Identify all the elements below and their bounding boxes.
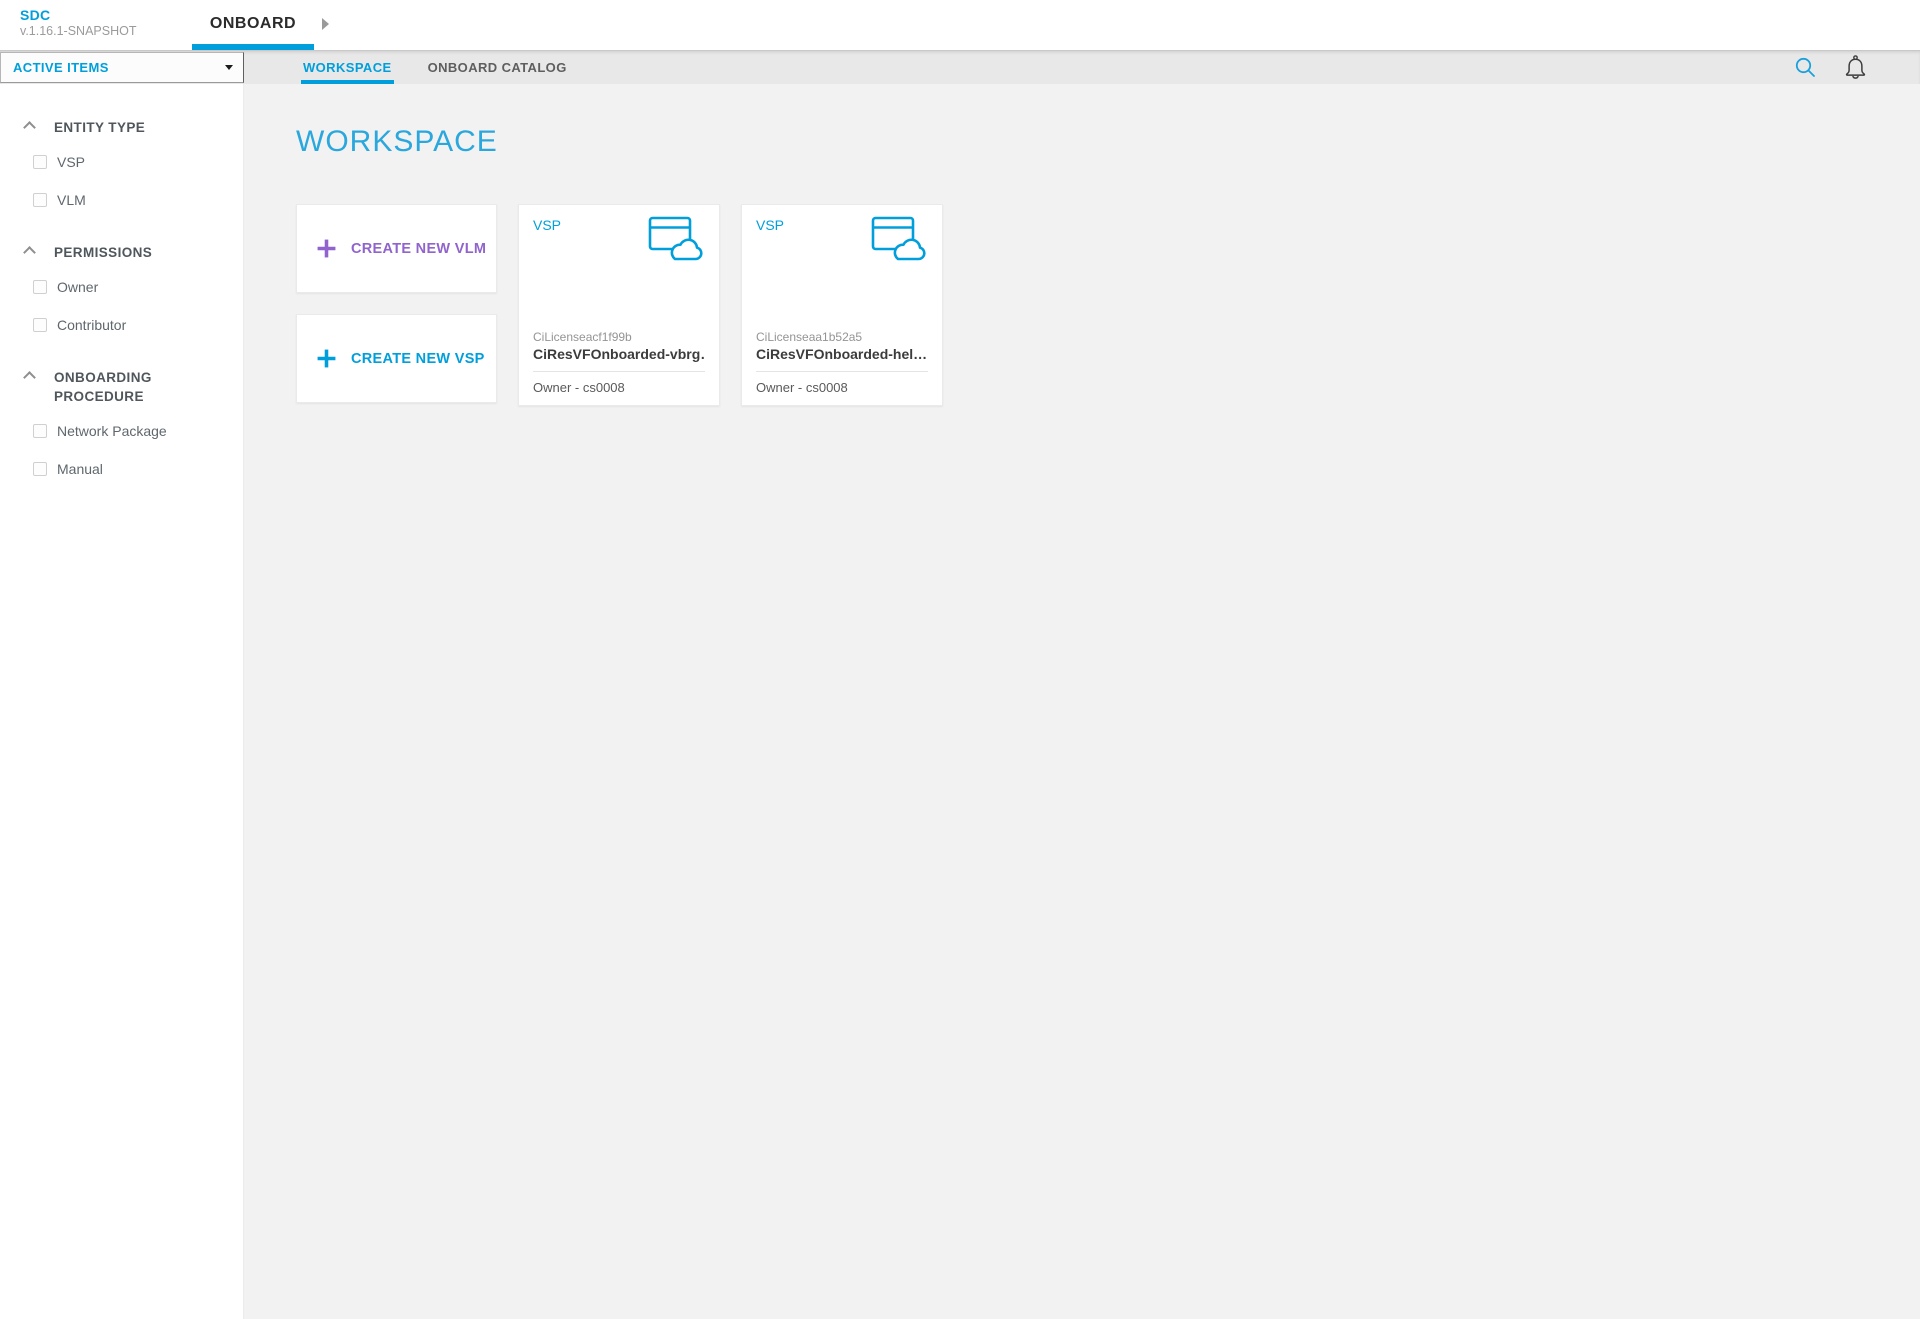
vsp-card-name: CiResVFOnboarded-hel… xyxy=(756,346,928,362)
page-content: ENTITY TYPE VSP VLM PERMISSIONS Owner xyxy=(0,84,1920,1319)
vsp-card[interactable]: VSP CiLicenseacf1f99b CiResVFOnboarded-v… xyxy=(518,204,720,406)
subheader-bar: ACTIVE ITEMS WORKSPACE ONBOARD CATALOG xyxy=(0,50,1920,84)
search-icon[interactable] xyxy=(1794,56,1817,79)
create-buttons-column: CREATE NEW VLM CREATE NEW VSP xyxy=(296,204,497,403)
vsp-card-vendor: CiLicenseaa1b52a5 xyxy=(756,330,928,344)
create-new-vsp-button[interactable]: CREATE NEW VSP xyxy=(296,314,497,403)
workspace-main: WORKSPACE CREATE NEW VLM CREATE NEW VSP xyxy=(244,84,1920,1319)
vsp-cloud-window-icon xyxy=(871,216,930,268)
app-name: SDC xyxy=(20,7,136,23)
cards-row: CREATE NEW VLM CREATE NEW VSP VSP xyxy=(296,204,1920,406)
filter-checkbox-network-package[interactable] xyxy=(33,424,47,438)
filter-section-onboarding-procedure: ONBOARDING PROCEDURE Network Package Man… xyxy=(0,358,243,488)
tab-expand-arrow-icon[interactable] xyxy=(322,18,329,30)
filter-label: Network Package xyxy=(57,423,167,439)
filter-section-entity-type-header[interactable]: ENTITY TYPE xyxy=(0,108,243,143)
tab-onboard-catalog-label: ONBOARD CATALOG xyxy=(428,60,567,75)
app-logo[interactable]: SDC v.1.16.1-SNAPSHOT xyxy=(20,7,136,38)
chevron-up-icon xyxy=(23,121,36,134)
filter-section-title: ENTITY TYPE xyxy=(54,118,204,137)
tab-workspace[interactable]: WORKSPACE xyxy=(285,51,410,84)
filter-section-permissions: PERMISSIONS Owner Contributor xyxy=(0,233,243,344)
filter-option-owner[interactable]: Owner xyxy=(0,268,243,306)
vsp-card-details: CiLicenseacf1f99b CiResVFOnboarded-vbrg…… xyxy=(519,330,719,405)
filter-option-vsp[interactable]: VSP xyxy=(0,143,243,181)
filter-option-manual[interactable]: Manual xyxy=(0,450,243,488)
chevron-up-icon xyxy=(23,246,36,259)
vsp-card-name: CiResVFOnboarded-vbrg… xyxy=(533,346,705,362)
vsp-card-type: VSP xyxy=(756,217,784,233)
filter-option-contributor[interactable]: Contributor xyxy=(0,306,243,344)
filter-checkbox-vsp[interactable] xyxy=(33,155,47,169)
filter-checkbox-manual[interactable] xyxy=(33,462,47,476)
top-header: SDC v.1.16.1-SNAPSHOT ONBOARD xyxy=(0,0,1920,50)
divider xyxy=(533,371,705,372)
filter-section-onboarding-procedure-header[interactable]: ONBOARDING PROCEDURE xyxy=(0,358,243,412)
filter-label: Manual xyxy=(57,461,103,477)
create-new-vlm-label: CREATE NEW VLM xyxy=(351,241,486,257)
filters-sidebar: ENTITY TYPE VSP VLM PERMISSIONS Owner xyxy=(0,84,244,1319)
vsp-card-owner: Owner - cs0008 xyxy=(533,380,705,395)
chevron-up-icon xyxy=(23,371,36,384)
app-version: v.1.16.1-SNAPSHOT xyxy=(20,24,136,38)
tab-onboard[interactable]: ONBOARD xyxy=(192,0,314,50)
filter-checkbox-vlm[interactable] xyxy=(33,193,47,207)
filter-section-title: PERMISSIONS xyxy=(54,243,204,262)
items-filter-select[interactable]: ACTIVE ITEMS xyxy=(0,52,244,83)
filter-checkbox-owner[interactable] xyxy=(33,280,47,294)
filter-checkbox-contributor[interactable] xyxy=(33,318,47,332)
vsp-card-details: CiLicenseaa1b52a5 CiResVFOnboarded-hel… … xyxy=(742,330,942,405)
plus-icon xyxy=(316,238,337,259)
filter-section-permissions-header[interactable]: PERMISSIONS xyxy=(0,233,243,268)
filter-section-title: ONBOARDING PROCEDURE xyxy=(54,368,204,406)
tab-workspace-label: WORKSPACE xyxy=(303,60,392,75)
filter-option-vlm[interactable]: VLM xyxy=(0,181,243,219)
filter-label: Owner xyxy=(57,279,98,295)
filter-label: VLM xyxy=(57,192,86,208)
vsp-card[interactable]: VSP CiLicenseaa1b52a5 CiResVFOnboarded-h… xyxy=(741,204,943,406)
vsp-cloud-window-icon xyxy=(648,216,707,268)
filter-section-entity-type: ENTITY TYPE VSP VLM xyxy=(0,108,243,219)
tab-onboard-catalog[interactable]: ONBOARD CATALOG xyxy=(410,51,585,84)
filter-label: VSP xyxy=(57,154,85,170)
subheader-icons xyxy=(1794,51,1868,84)
notifications-bell-icon[interactable] xyxy=(1843,54,1868,81)
page-title: WORKSPACE xyxy=(296,125,1920,159)
items-filter-selected-value: ACTIVE ITEMS xyxy=(13,60,225,75)
plus-icon xyxy=(316,348,337,369)
filter-label: Contributor xyxy=(57,317,126,333)
vsp-card-vendor: CiLicenseacf1f99b xyxy=(533,330,705,344)
select-dropdown-arrow-icon xyxy=(225,65,233,70)
subheader-spacer xyxy=(585,51,1794,84)
divider xyxy=(756,371,928,372)
create-new-vsp-label: CREATE NEW VSP xyxy=(351,351,485,367)
filter-option-network-package[interactable]: Network Package xyxy=(0,412,243,450)
tab-onboard-label: ONBOARD xyxy=(210,15,296,32)
workspace-tabs: WORKSPACE ONBOARD CATALOG xyxy=(285,51,585,84)
create-new-vlm-button[interactable]: CREATE NEW VLM xyxy=(296,204,497,293)
vsp-card-type: VSP xyxy=(533,217,561,233)
vsp-card-owner: Owner - cs0008 xyxy=(756,380,928,395)
